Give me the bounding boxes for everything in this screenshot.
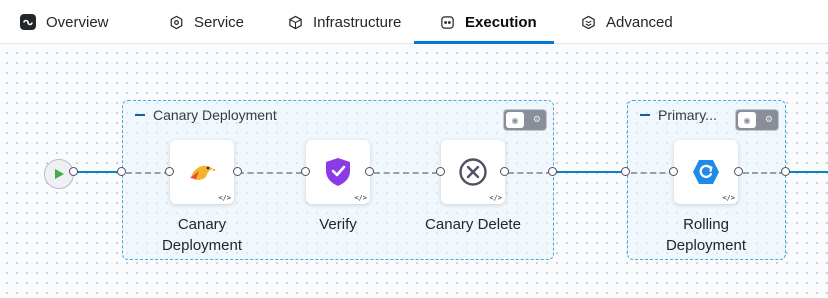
rolling-deploy-icon [693,160,719,184]
connector-line [553,171,627,173]
toggle-knob-icon: ◉ [738,112,756,128]
port[interactable] [165,167,174,176]
port[interactable] [365,167,374,176]
stage-toggle[interactable]: ◉ ⚙ [735,109,779,131]
toggle-knob-icon: ◉ [506,112,524,128]
port[interactable] [548,167,557,176]
delete-circle-icon [459,158,487,186]
port[interactable] [781,167,790,176]
port[interactable] [436,167,445,176]
toggle-settings-icon: ⚙ [532,114,541,124]
step-label: Canary Deployment [150,214,254,256]
connector-line [787,171,828,173]
step-label-line: Deployment [161,237,243,254]
cube-stack-icon [580,14,596,30]
port[interactable] [621,167,630,176]
active-tab-indicator [414,41,554,44]
step-connector [508,172,552,174]
port[interactable] [117,167,126,176]
tab-label: Service [194,13,245,31]
collapse-icon[interactable] [135,114,145,116]
step-label-line: Canary [177,216,227,233]
stage-group-title: Canary Deployment [153,107,277,123]
step-connector [126,172,170,174]
step-label-line: Rolling [683,216,729,233]
port[interactable] [669,167,678,176]
connector-line [74,171,122,173]
step-verify[interactable]: </> [306,140,370,204]
step-label: Verify [286,214,390,235]
step-label: Rolling Deployment [654,214,758,256]
code-badge: </> [354,194,367,202]
hexagon-icon [168,14,184,30]
step-label-line: Canary Delete [425,216,521,233]
port[interactable] [500,167,509,176]
pipeline-canvas[interactable]: Canary Deployment ◉ ⚙ Primary... ◉ ⚙ </>… [0,45,828,298]
port[interactable] [69,167,78,176]
step-rolling-deployment[interactable]: </> [674,140,738,204]
play-icon [55,169,64,179]
code-badge: </> [722,194,735,202]
step-label: Canary Delete [413,214,533,235]
cube-icon [287,14,303,30]
tab-label: Overview [46,13,109,31]
step-connector [238,172,302,174]
tab-service[interactable]: Service [168,0,244,44]
step-canary-deployment[interactable]: </> [170,140,234,204]
canary-bird-icon [190,165,216,180]
execution-icon [439,14,455,30]
step-label-line: Verify [319,216,357,233]
step-connector [743,172,785,174]
tab-infrastructure[interactable]: Infrastructure [287,0,401,44]
toggle-settings-icon: ⚙ [764,114,773,124]
stage-group-title: Primary... [658,107,717,123]
tab-execution[interactable]: Execution [439,0,537,44]
code-badge: </> [489,194,502,202]
port[interactable] [233,167,242,176]
tab-label: Infrastructure [313,13,402,31]
step-canary-delete[interactable]: </> [441,140,505,204]
tab-label: Execution [465,13,537,31]
step-connector [374,172,438,174]
tab-overview[interactable]: Overview [20,0,109,44]
tab-bar: Overview Service Infrastructure Executio… [0,0,828,44]
stage-group-header[interactable]: Canary Deployment [135,107,277,123]
stage-group-header[interactable]: Primary... [640,107,717,123]
port[interactable] [734,167,743,176]
pipeline-icon [20,14,36,30]
tab-label: Advanced [606,13,673,31]
verify-shield-icon [326,158,350,186]
tab-advanced[interactable]: Advanced [580,0,673,44]
collapse-icon[interactable] [640,114,650,116]
code-badge: </> [218,194,231,202]
port[interactable] [301,167,310,176]
step-label-line: Deployment [665,237,747,254]
stage-toggle[interactable]: ◉ ⚙ [503,109,547,131]
